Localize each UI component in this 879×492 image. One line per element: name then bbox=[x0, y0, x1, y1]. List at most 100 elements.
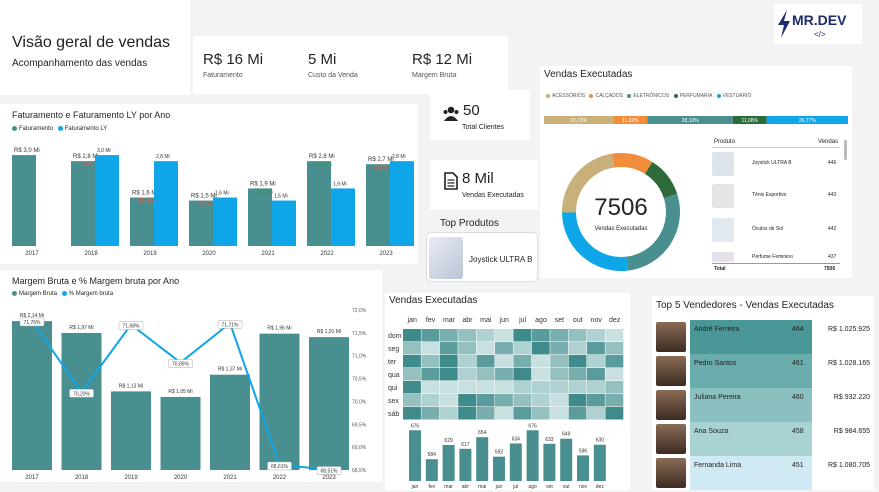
month-label: nov bbox=[591, 317, 603, 324]
logo-text: MR.DEV bbox=[792, 12, 847, 28]
seller-row[interactable]: Juliana Pereira 460 R$ 932.220 bbox=[652, 388, 872, 422]
donut-slice bbox=[612, 153, 653, 175]
heatmap-cell bbox=[421, 381, 440, 394]
table-row[interactable]: Óculos de Sol 442 bbox=[712, 216, 840, 246]
month-label: abr bbox=[462, 317, 473, 324]
pct-label: 71,71% bbox=[222, 322, 240, 328]
seller-name: André Ferreira bbox=[694, 326, 740, 333]
bar-margem bbox=[309, 337, 349, 470]
heatmap-cell bbox=[439, 355, 458, 368]
heatmap-cell bbox=[421, 329, 440, 342]
avatar bbox=[656, 458, 686, 488]
people-icon bbox=[443, 106, 459, 121]
seller-sales: 464 bbox=[792, 326, 804, 333]
month-bar-label: 676 bbox=[411, 423, 420, 429]
seller-name: Juliana Pereira bbox=[694, 394, 741, 401]
lightning-icon bbox=[778, 10, 790, 38]
donut-center-label: Vendas Executadas bbox=[594, 226, 648, 232]
product-thumb-sneaker bbox=[712, 184, 734, 208]
pct-label: 68,61% bbox=[271, 464, 289, 470]
heatmap-cell bbox=[513, 394, 532, 407]
seller-row[interactable]: André Ferreira 464 R$ 1.025.925 bbox=[652, 320, 872, 354]
heatmap-cell bbox=[550, 355, 569, 368]
bar-label: R$ 2,8 Mi bbox=[309, 154, 335, 160]
y2-tick-label: 68,5% bbox=[352, 468, 367, 474]
avatar bbox=[656, 390, 686, 420]
table-row[interactable]: Perfume Feminino 437 bbox=[712, 250, 840, 264]
bar-margem bbox=[12, 321, 52, 470]
table-total-value: 7506 bbox=[824, 266, 836, 272]
month-bar bbox=[476, 437, 489, 481]
heatmap-cell bbox=[439, 368, 458, 381]
heatmap-cell bbox=[568, 342, 587, 355]
avatar bbox=[656, 424, 686, 454]
donut-slice bbox=[644, 162, 678, 199]
sellers-title: Top 5 Vendedores - Vendas Executadas bbox=[656, 300, 834, 311]
seller-row[interactable]: Ana Souza 458 R$ 984.655 bbox=[652, 422, 872, 456]
heatmap-cell bbox=[495, 355, 513, 368]
bar-label: R$ 1,96 Mi bbox=[267, 326, 291, 332]
bar-label: R$ 1,9 Mi bbox=[250, 181, 276, 187]
y2-tick-label: 70,0% bbox=[352, 399, 367, 405]
heatmap-cell bbox=[421, 394, 440, 407]
seller-name: Ana Souza bbox=[694, 428, 729, 435]
top-product-name: Joystick ULTRA B bbox=[469, 255, 533, 264]
heatmap-cell bbox=[568, 394, 587, 407]
document-icon bbox=[444, 172, 458, 190]
table-divider bbox=[712, 147, 840, 148]
month-bar-category: set bbox=[546, 484, 553, 490]
day-label: seg bbox=[388, 346, 399, 353]
bar-margem bbox=[210, 374, 250, 470]
heatmap-cell bbox=[476, 394, 495, 407]
clients-label: Total Clientes bbox=[462, 124, 505, 131]
bar-margem bbox=[160, 396, 201, 470]
heatmap-cell bbox=[550, 342, 569, 355]
heatmap-cell bbox=[605, 368, 624, 381]
pct-label: 70,85% bbox=[172, 362, 190, 368]
seller-value: R$ 932.220 bbox=[833, 394, 870, 401]
heatmap-cell bbox=[568, 355, 587, 368]
heatmap-cell bbox=[439, 394, 458, 407]
bar-faturamento-ly bbox=[390, 161, 414, 246]
x-tick-label: 2017 bbox=[25, 475, 39, 481]
heatmap-cell bbox=[439, 329, 458, 342]
heatmap-cell bbox=[513, 381, 532, 394]
heatmap-panel: Vendas Executadas jan fev mar abr mai jun jul a… bbox=[385, 293, 630, 490]
month-label: fev bbox=[426, 317, 436, 324]
pct-change-label: 28,1% bbox=[256, 189, 274, 195]
seller-row[interactable]: Pedro Santos 461 R$ 1.028.165 bbox=[652, 354, 872, 388]
heatmap-cell bbox=[421, 368, 440, 381]
heatmap-cell bbox=[605, 355, 624, 368]
x-tick-label: 2021 bbox=[261, 251, 275, 257]
month-label: mai bbox=[480, 317, 492, 324]
month-bar bbox=[425, 459, 438, 481]
top-product-card[interactable]: Joystick ULTRA B bbox=[426, 232, 538, 282]
stacked-bar-label: 11,08% bbox=[741, 118, 758, 124]
heatmap-cell bbox=[605, 329, 624, 342]
seller-sales: 451 bbox=[792, 462, 804, 469]
month-bar-label: 596 bbox=[579, 448, 588, 454]
heatmap-cell bbox=[439, 407, 458, 420]
bar-label: R$ 2,8 Mi bbox=[73, 154, 99, 160]
day-label: sex bbox=[388, 398, 399, 405]
bar-label-ly: 1,6 Mi bbox=[215, 191, 229, 197]
table-row[interactable]: Tênis Esportivo 443 bbox=[712, 182, 840, 212]
heatmap-cell bbox=[587, 368, 605, 381]
month-bar-category: abr bbox=[462, 484, 470, 490]
pct-change-label: 2,1% bbox=[374, 165, 388, 171]
table-row[interactable]: Joystick ULTRA B 446 bbox=[712, 150, 840, 180]
month-bar-category: fev bbox=[428, 484, 435, 490]
table-scrollbar[interactable] bbox=[844, 140, 847, 160]
heatmap-cell bbox=[458, 394, 477, 407]
month-bar bbox=[409, 430, 421, 481]
heatmap-cell bbox=[495, 381, 513, 394]
bar-faturamento bbox=[130, 197, 154, 246]
seller-row[interactable]: Fernanda Lima 451 R$ 1.080.705 bbox=[652, 456, 872, 490]
pct-change-label: 45,9% bbox=[138, 199, 156, 205]
seller-sales: 458 bbox=[792, 428, 804, 435]
month-bar-category: mar bbox=[444, 484, 453, 490]
heatmap-cell bbox=[550, 407, 569, 420]
heatmap-cell bbox=[403, 329, 421, 342]
heatmap-cell bbox=[421, 407, 440, 420]
day-label: qua bbox=[388, 372, 400, 379]
